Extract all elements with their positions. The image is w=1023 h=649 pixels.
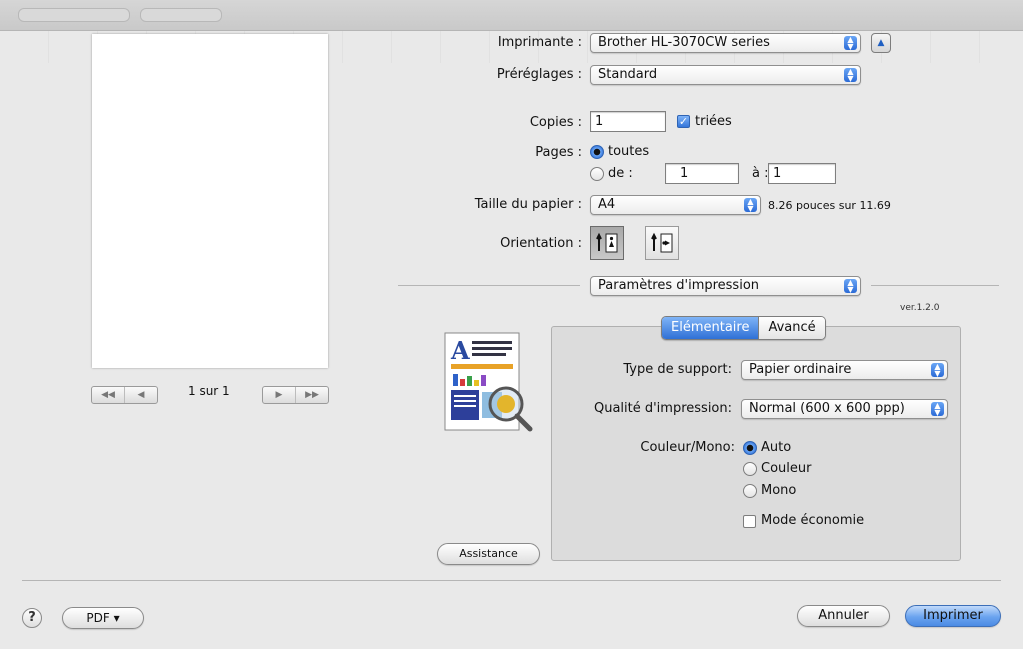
expand-dialog-button[interactable]: ▲ <box>871 33 891 53</box>
color-mode-auto-radio[interactable] <box>743 441 757 455</box>
chevron-up-icon: ▲ <box>877 38 885 48</box>
pdf-menu-button[interactable]: PDF ▾ <box>62 607 144 629</box>
preview-nav-back-group: ◀◀ ◀ <box>91 386 158 404</box>
print-quality-value: Normal (600 x 600 ppp) <box>749 401 905 416</box>
popup-arrows-icon: ▲ ▼ <box>931 363 944 378</box>
printer-select[interactable]: Brother HL-3070CW series ▲ ▼ <box>590 33 861 53</box>
popup-arrows-icon: ▲ ▼ <box>931 402 944 417</box>
assistance-button[interactable]: Assistance <box>437 543 540 565</box>
background-toolbar-item <box>18 8 130 22</box>
settings-tabs: Elémentaire Avancé <box>661 316 826 340</box>
presets-select[interactable]: Standard ▲ ▼ <box>590 65 861 85</box>
pages-range-radio[interactable] <box>590 167 604 181</box>
toner-save-label: Mode économie <box>761 513 865 528</box>
svg-text:A: A <box>450 336 470 365</box>
document-magnifier-icon: A <box>444 332 533 432</box>
presets-label: Préréglages : <box>496 67 582 82</box>
tab-elementaire[interactable]: Elémentaire <box>662 317 759 339</box>
cancel-button[interactable]: Annuler <box>797 605 890 627</box>
printer-value: Brother HL-3070CW series <box>598 35 770 50</box>
pages-label: Pages : <box>535 145 582 160</box>
color-mode-mono-label: Mono <box>761 483 797 498</box>
portrait-icon <box>596 232 618 253</box>
pages-to-field[interactable]: 1 <box>768 163 836 184</box>
separator-line <box>871 285 999 286</box>
collated-label: triées <box>695 114 732 129</box>
color-mode-color-label: Couleur <box>761 461 812 476</box>
pages-from-field[interactable]: 1 <box>665 163 739 184</box>
popup-arrows-icon: ▲ ▼ <box>744 198 757 213</box>
preview-nav-forward-group: ▶ ▶▶ <box>262 386 329 404</box>
panel-select[interactable]: Paramètres d'impression ▲ ▼ <box>590 276 861 296</box>
print-settings-illustration: A <box>444 332 533 432</box>
copies-field[interactable]: 1 <box>590 111 666 132</box>
paper-size-value: A4 <box>598 197 616 212</box>
media-type-select[interactable]: Papier ordinaire ▲ ▼ <box>741 360 948 380</box>
bottom-separator <box>22 580 1001 581</box>
landscape-icon <box>651 232 673 253</box>
color-mode-label: Couleur/Mono: <box>640 440 735 455</box>
pages-to-label: à : <box>752 166 769 181</box>
collated-checkbox[interactable]: ✓ <box>677 115 690 128</box>
previous-page-button[interactable]: ◀ <box>124 387 157 403</box>
background-toolbar <box>0 0 1023 31</box>
popup-arrows-icon: ▲ ▼ <box>844 68 857 83</box>
paper-size-select[interactable]: A4 ▲ ▼ <box>590 195 761 215</box>
orientation-landscape-button[interactable] <box>645 226 679 260</box>
orientation-label: Orientation : <box>500 236 582 251</box>
color-mode-mono-radio[interactable] <box>743 484 757 498</box>
toner-save-checkbox[interactable] <box>743 515 756 528</box>
first-page-button[interactable]: ◀◀ <box>92 387 124 403</box>
print-quality-select[interactable]: Normal (600 x 600 ppp) ▲ ▼ <box>741 399 948 419</box>
page-indicator: 1 sur 1 <box>188 384 230 398</box>
panel-select-value: Paramètres d'impression <box>598 278 760 293</box>
media-type-value: Papier ordinaire <box>749 362 852 377</box>
pages-all-radio[interactable] <box>590 145 604 159</box>
color-mode-color-radio[interactable] <box>743 462 757 476</box>
orientation-portrait-button[interactable] <box>590 226 624 260</box>
presets-value: Standard <box>598 67 658 82</box>
print-quality-label: Qualité d'impression: <box>593 401 732 416</box>
popup-arrows-icon: ▲ ▼ <box>844 36 857 51</box>
last-page-button[interactable]: ▶▶ <box>295 387 328 403</box>
pages-range-label: de : <box>608 166 633 181</box>
media-type-label: Type de support: <box>623 362 732 377</box>
copies-label: Copies : <box>529 115 582 130</box>
help-button[interactable]: ? <box>22 608 42 628</box>
tab-avance[interactable]: Avancé <box>758 317 825 339</box>
popup-arrows-icon: ▲ ▼ <box>844 279 857 294</box>
background-toolbar-item <box>140 8 222 22</box>
paper-dimensions: 8.26 pouces sur 11.69 <box>768 199 891 212</box>
separator-line <box>398 285 580 286</box>
next-page-button[interactable]: ▶ <box>263 387 295 403</box>
print-button[interactable]: Imprimer <box>905 605 1001 627</box>
driver-version: ver.1.2.0 <box>900 303 940 313</box>
page-preview <box>92 34 328 368</box>
paper-size-label: Taille du papier : <box>474 197 582 212</box>
pages-all-label: toutes <box>608 144 650 159</box>
color-mode-auto-label: Auto <box>761 440 792 455</box>
printer-label: Imprimante : <box>497 35 582 50</box>
